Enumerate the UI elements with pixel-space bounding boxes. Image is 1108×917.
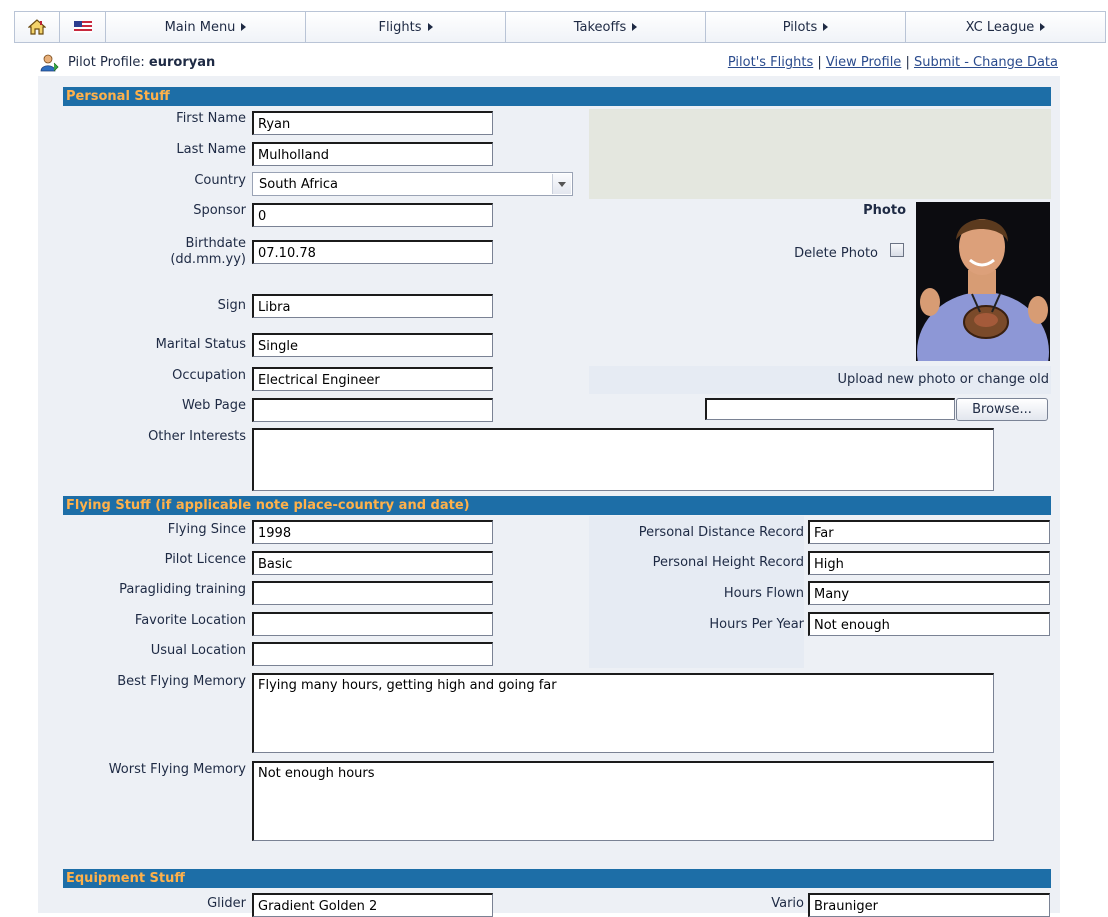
glider-input[interactable]: Gradient Golden 2 bbox=[252, 893, 493, 917]
home-icon bbox=[28, 19, 46, 35]
delete-photo-label: Delete Photo bbox=[794, 246, 878, 261]
profile-header: Pilot Profile: euroryan Pilot's Flights … bbox=[38, 50, 1060, 76]
marital-status-label: Marital Status bbox=[155, 337, 246, 352]
arrow-right-icon bbox=[427, 23, 433, 31]
occupation-input[interactable]: Electrical Engineer bbox=[252, 367, 493, 391]
pilot-photo bbox=[916, 202, 1050, 361]
page-title-prefix: Pilot Profile: bbox=[68, 55, 145, 70]
profile-form: Personal Stuff First Name Ryan Last Name… bbox=[38, 76, 1060, 917]
hours-per-year-label: Hours Per Year bbox=[709, 617, 804, 632]
delete-photo-checkbox[interactable] bbox=[890, 243, 904, 257]
web-page-label: Web Page bbox=[182, 398, 246, 413]
arrow-right-icon bbox=[632, 23, 638, 31]
nav-xc-league-label: XC League bbox=[965, 19, 1035, 35]
nav-main-menu[interactable]: Main Menu bbox=[106, 11, 306, 43]
web-page-input[interactable] bbox=[252, 398, 493, 422]
distance-record-input[interactable]: Far bbox=[808, 520, 1050, 544]
usual-location-label: Usual Location bbox=[150, 643, 246, 658]
pilot-licence-input[interactable]: Basic bbox=[252, 551, 493, 575]
nav-flights[interactable]: Flights bbox=[306, 11, 506, 43]
other-interests-textarea[interactable] bbox=[252, 428, 994, 491]
flying-since-input[interactable]: 1998 bbox=[252, 520, 493, 544]
hours-flown-input[interactable]: Many bbox=[808, 581, 1050, 605]
pilot-username: euroryan bbox=[148, 55, 216, 70]
arrow-right-icon bbox=[823, 23, 829, 31]
first-name-input[interactable]: Ryan bbox=[252, 111, 493, 135]
page-title: Pilot Profile: euroryan bbox=[68, 55, 215, 70]
nav-pilots[interactable]: Pilots bbox=[706, 11, 906, 43]
language-flag-button[interactable] bbox=[60, 11, 106, 43]
birthdate-label-group: Birthdate (dd.mm.yy) bbox=[170, 236, 246, 268]
link-separator: | bbox=[905, 55, 910, 70]
country-select[interactable]: South Africa bbox=[252, 172, 573, 196]
view-profile-link[interactable]: View Profile bbox=[826, 55, 901, 70]
hours-flown-label: Hours Flown bbox=[723, 586, 804, 601]
chevron-down-icon[interactable] bbox=[552, 174, 571, 194]
sponsor-input[interactable]: 0 bbox=[252, 203, 493, 227]
worst-memory-textarea[interactable]: Not enough hours bbox=[252, 761, 994, 841]
sponsor-label: Sponsor bbox=[193, 203, 246, 218]
height-record-input[interactable]: High bbox=[808, 551, 1050, 575]
nav-takeoffs[interactable]: Takeoffs bbox=[506, 11, 706, 43]
browse-button[interactable]: Browse... bbox=[956, 398, 1048, 421]
country-label: Country bbox=[194, 173, 246, 188]
last-name-label: Last Name bbox=[176, 142, 246, 157]
hours-per-year-input[interactable]: Not enough bbox=[808, 612, 1050, 636]
sign-label: Sign bbox=[217, 298, 246, 313]
nav-pilots-label: Pilots bbox=[782, 19, 818, 35]
favorite-location-label: Favorite Location bbox=[134, 613, 246, 628]
country-select-value: South Africa bbox=[259, 177, 338, 192]
submit-change-data-link[interactable]: Submit - Change Data bbox=[914, 55, 1058, 70]
arrow-right-icon bbox=[1040, 23, 1046, 31]
distance-record-label: Personal Distance Record bbox=[638, 525, 804, 540]
vario-label: Vario bbox=[771, 896, 804, 911]
birthdate-input[interactable]: 07.10.78 bbox=[252, 240, 493, 264]
sign-input[interactable]: Libra bbox=[252, 294, 493, 318]
home-button[interactable] bbox=[14, 11, 60, 43]
upload-photo-label: Upload new photo or change old bbox=[837, 372, 1049, 387]
nav-xc-league[interactable]: XC League bbox=[906, 11, 1106, 43]
pilot-licence-label: Pilot Licence bbox=[164, 552, 246, 567]
marital-status-input[interactable]: Single bbox=[252, 333, 493, 357]
photo-file-input[interactable] bbox=[705, 398, 955, 420]
photo-label: Photo bbox=[863, 203, 906, 218]
link-separator: | bbox=[817, 55, 822, 70]
favorite-location-input[interactable] bbox=[252, 612, 493, 636]
user-icon bbox=[40, 54, 59, 72]
photo-panel-top bbox=[589, 109, 1051, 199]
birthdate-format-hint: (dd.mm.yy) bbox=[170, 252, 246, 267]
us-flag-icon bbox=[73, 21, 92, 33]
vario-input[interactable]: Brauniger bbox=[808, 893, 1050, 917]
occupation-label: Occupation bbox=[172, 368, 246, 383]
worst-memory-label: Worst Flying Memory bbox=[108, 762, 246, 777]
flying-section-header: Flying Stuff (if applicable note place-c… bbox=[63, 496, 1051, 515]
top-navigation: Main Menu Flights Takeoffs Pilots XC Lea… bbox=[14, 11, 1108, 43]
nav-flights-label: Flights bbox=[378, 19, 422, 35]
personal-section-header: Personal Stuff bbox=[63, 87, 1051, 106]
nav-takeoffs-label: Takeoffs bbox=[573, 19, 627, 35]
equipment-section-header: Equipment Stuff bbox=[63, 869, 1051, 888]
flying-since-label: Flying Since bbox=[167, 522, 246, 537]
pilots-flights-link[interactable]: Pilot's Flights bbox=[728, 55, 813, 70]
other-interests-label: Other Interests bbox=[148, 429, 246, 444]
first-name-label: First Name bbox=[176, 111, 246, 126]
paragliding-training-label: Paragliding training bbox=[119, 582, 246, 597]
glider-label: Glider bbox=[207, 896, 246, 911]
last-name-input[interactable]: Mulholland bbox=[252, 142, 493, 166]
paragliding-training-input[interactable] bbox=[252, 581, 493, 605]
usual-location-input[interactable] bbox=[252, 642, 493, 666]
best-memory-textarea[interactable]: Flying many hours, getting high and goin… bbox=[252, 673, 994, 753]
best-memory-label: Best Flying Memory bbox=[117, 674, 246, 689]
arrow-right-icon bbox=[241, 23, 247, 31]
profile-links: Pilot's Flights | View Profile | Submit … bbox=[728, 55, 1058, 70]
height-record-label: Personal Height Record bbox=[652, 555, 804, 570]
nav-main-menu-label: Main Menu bbox=[164, 19, 236, 35]
birthdate-label: Birthdate bbox=[185, 236, 246, 251]
